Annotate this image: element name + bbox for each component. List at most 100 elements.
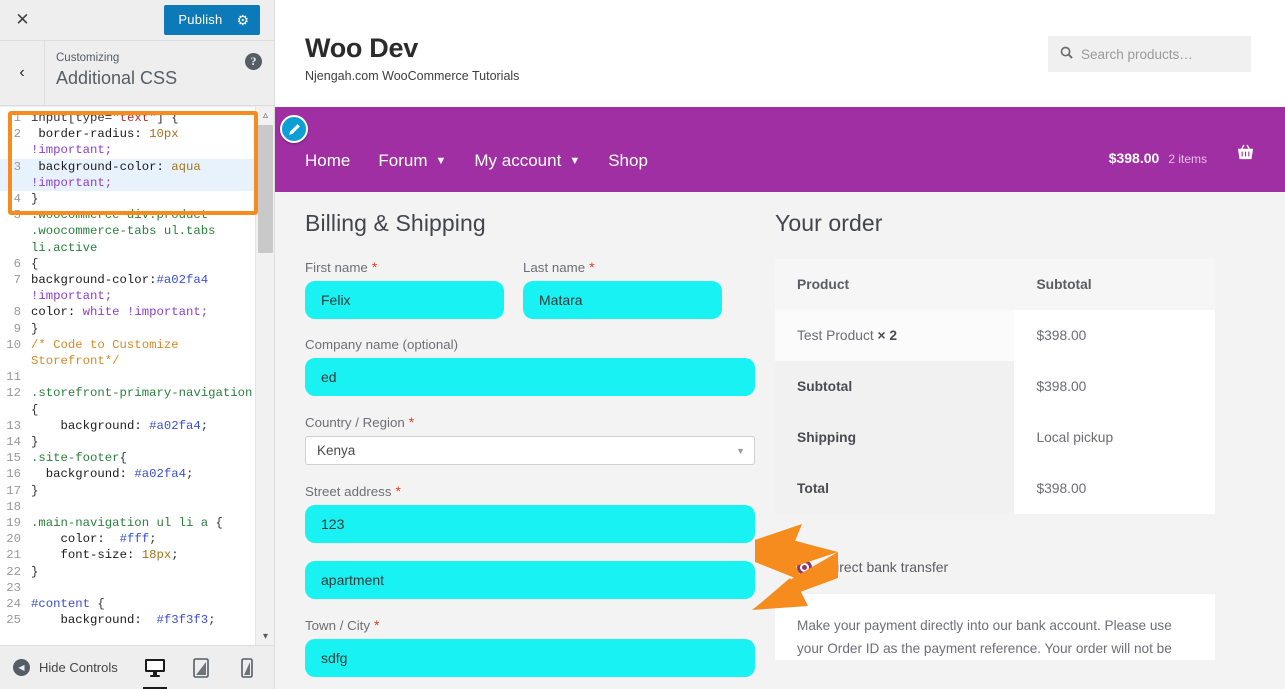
code-line[interactable]: 12 .storefront-primary-navigation { [0, 385, 255, 417]
code-line[interactable]: 16 background: #a02fa4; [0, 466, 255, 483]
country-select-value: Kenya [317, 443, 356, 458]
code-line[interactable]: 25 background: #f3f3f3; [0, 612, 255, 629]
editor-scrollbar[interactable]: ▵ ▾ [255, 107, 274, 645]
device-mobile-button[interactable] [234, 653, 260, 683]
code-line-text[interactable]: background-color:#a02fa4 !important; [27, 272, 255, 304]
town-city-input[interactable]: sdfg [305, 639, 755, 677]
chevron-down-icon[interactable]: ▼ [569, 155, 580, 167]
company-input[interactable]: ed [305, 358, 755, 396]
company-label-text: Company name (optional) [305, 337, 458, 352]
code-line-text[interactable]: background: #a02fa4; [27, 466, 255, 482]
scroll-down-icon[interactable]: ▾ [256, 628, 274, 645]
code-token: input[type= [31, 111, 113, 125]
scroll-up-icon[interactable]: ▵ [256, 107, 274, 124]
street-address-2-input[interactable]: apartment [305, 561, 755, 599]
code-line[interactable]: 9} [0, 320, 255, 337]
code-token: { [31, 402, 39, 417]
code-line-text[interactable]: background: #f3f3f3; [27, 612, 255, 628]
nav-item-shop[interactable]: Shop [608, 151, 648, 171]
code-line[interactable]: 6{ [0, 255, 255, 273]
code-token: #f3f3f3 [156, 613, 209, 628]
code-line[interactable]: 8 color: white !important; [0, 304, 255, 321]
close-icon[interactable]: ✕ [0, 0, 45, 40]
code-token: .woocommerce div.product .woocommerce-ta… [31, 208, 216, 255]
css-code-editor[interactable]: 1 input[type="text"] {2 border-radius: 10… [0, 107, 274, 645]
code-token: #content [31, 597, 91, 612]
code-line[interactable]: 19 .main-navigation ul li a { [0, 515, 255, 532]
site-branding[interactable]: Woo Dev Njengah.com WooCommerce Tutorial… [305, 32, 519, 83]
code-line[interactable]: 2 border-radius: 10px !important; [0, 126, 255, 158]
nav-item-my-account[interactable]: My account ▼ [474, 151, 580, 171]
cart-summary[interactable]: $398.00 2 items [1109, 150, 1207, 166]
required-mark: * [408, 414, 415, 430]
code-line[interactable]: 3 background-color: aqua !important; [0, 158, 255, 192]
gear-icon[interactable]: ⚙ [234, 5, 260, 35]
code-line-text[interactable]: border-radius: 10px !important; [27, 126, 255, 158]
code-line[interactable]: 18 [0, 498, 255, 516]
code-line-text[interactable]: .main-navigation ul li a { [27, 515, 255, 531]
code-line-text[interactable]: .storefront-primary-navigation { [27, 385, 255, 417]
scrollbar-thumb[interactable] [258, 125, 273, 253]
code-line[interactable]: 4} [0, 191, 255, 208]
required-mark: * [589, 259, 595, 275]
code-line-text[interactable]: .woocommerce div.product .woocommerce-ta… [27, 207, 255, 256]
code-line-text[interactable]: background: #a02fa4; [27, 418, 255, 434]
first-name-input[interactable]: Felix [305, 281, 504, 319]
publish-button[interactable]: Publish ⚙ [164, 5, 260, 35]
code-line-text[interactable]: color: #fff; [27, 531, 255, 547]
street-address-input[interactable]: 123 [305, 505, 755, 543]
code-line[interactable]: 22} [0, 563, 255, 580]
code-line-text[interactable]: .site-footer{ [27, 450, 255, 466]
device-desktop-button[interactable] [142, 653, 168, 689]
code-line[interactable]: 23 [0, 579, 255, 597]
code-line-text[interactable]: } [27, 564, 255, 580]
code-line[interactable]: 14} [0, 434, 255, 451]
code-line-text[interactable]: font-size: 18px; [27, 547, 255, 563]
basket-icon[interactable] [1236, 144, 1255, 168]
code-line-text[interactable]: color: white !important; [27, 304, 255, 320]
device-tablet-button[interactable] [188, 653, 214, 683]
code-line-text[interactable]: input[type="text"] { [27, 110, 255, 126]
code-line-text[interactable]: /* Code to Customize Storefront*/ [27, 337, 255, 369]
code-line[interactable]: 13 background: #a02fa4; [0, 417, 255, 435]
code-token: ; [208, 613, 216, 628]
street-group: Street address * 123 [305, 483, 755, 543]
code-line[interactable]: 15 .site-footer{ [0, 450, 255, 467]
code-line[interactable]: 20 color: #fff; [0, 531, 255, 548]
code-line-text[interactable]: } [27, 191, 255, 207]
code-line[interactable]: 7 background-color:#a02fa4 !important; [0, 272, 255, 304]
device-preview-buttons [142, 653, 274, 689]
code-line[interactable]: 11 [0, 369, 255, 386]
page-title: Additional CSS [56, 68, 178, 88]
pencil-edit-icon[interactable] [280, 115, 308, 143]
code-line[interactable]: 21 font-size: 18px; [0, 547, 255, 564]
code-line-text[interactable]: { [27, 256, 255, 272]
nav-item-home[interactable]: Home [305, 151, 350, 171]
code-line-text[interactable]: #content { [27, 596, 255, 612]
code-token: /* Code to Customize Storefront*/ [31, 337, 179, 369]
code-lines[interactable]: 1 input[type="text"] {2 border-radius: 10… [0, 107, 255, 645]
radio-selected-icon[interactable] [797, 559, 812, 575]
code-line-text[interactable]: } [27, 483, 255, 499]
back-button[interactable]: ‹ [0, 41, 45, 105]
help-icon[interactable]: ? [245, 53, 262, 70]
street-label: Street address * [305, 483, 755, 499]
code-line[interactable]: 5 .woocommerce div.product .woocommerce-t… [0, 207, 255, 256]
code-line[interactable]: 17} [0, 482, 255, 499]
last-name-input[interactable]: Matara [523, 281, 722, 319]
search-input[interactable]: Search products… [1048, 36, 1251, 72]
table-row: Test Product × 2 $398.00 [775, 310, 1215, 361]
code-line-text[interactable]: } [27, 434, 255, 450]
code-line[interactable]: 10/* Code to Customize Storefront*/ [0, 336, 255, 369]
payment-option-bank-transfer[interactable]: Direct bank transfer [775, 540, 1215, 594]
hide-controls-button[interactable]: ◀ Hide Controls [0, 659, 118, 676]
country-select[interactable]: Kenya ▼ [305, 436, 755, 465]
nav-item-forum[interactable]: Forum ▼ [378, 151, 446, 171]
code-line[interactable]: 1 input[type="text"] { [0, 110, 255, 127]
chevron-down-icon[interactable]: ▼ [435, 155, 446, 167]
site-tagline: Njengah.com WooCommerce Tutorials [305, 69, 520, 83]
code-line-text[interactable]: background-color: aqua !important; [27, 159, 255, 191]
code-line-text[interactable]: } [27, 321, 255, 337]
code-line[interactable]: 24 #content { [0, 596, 255, 613]
customizer-topbar: ✕ Publish ⚙ [0, 0, 274, 41]
